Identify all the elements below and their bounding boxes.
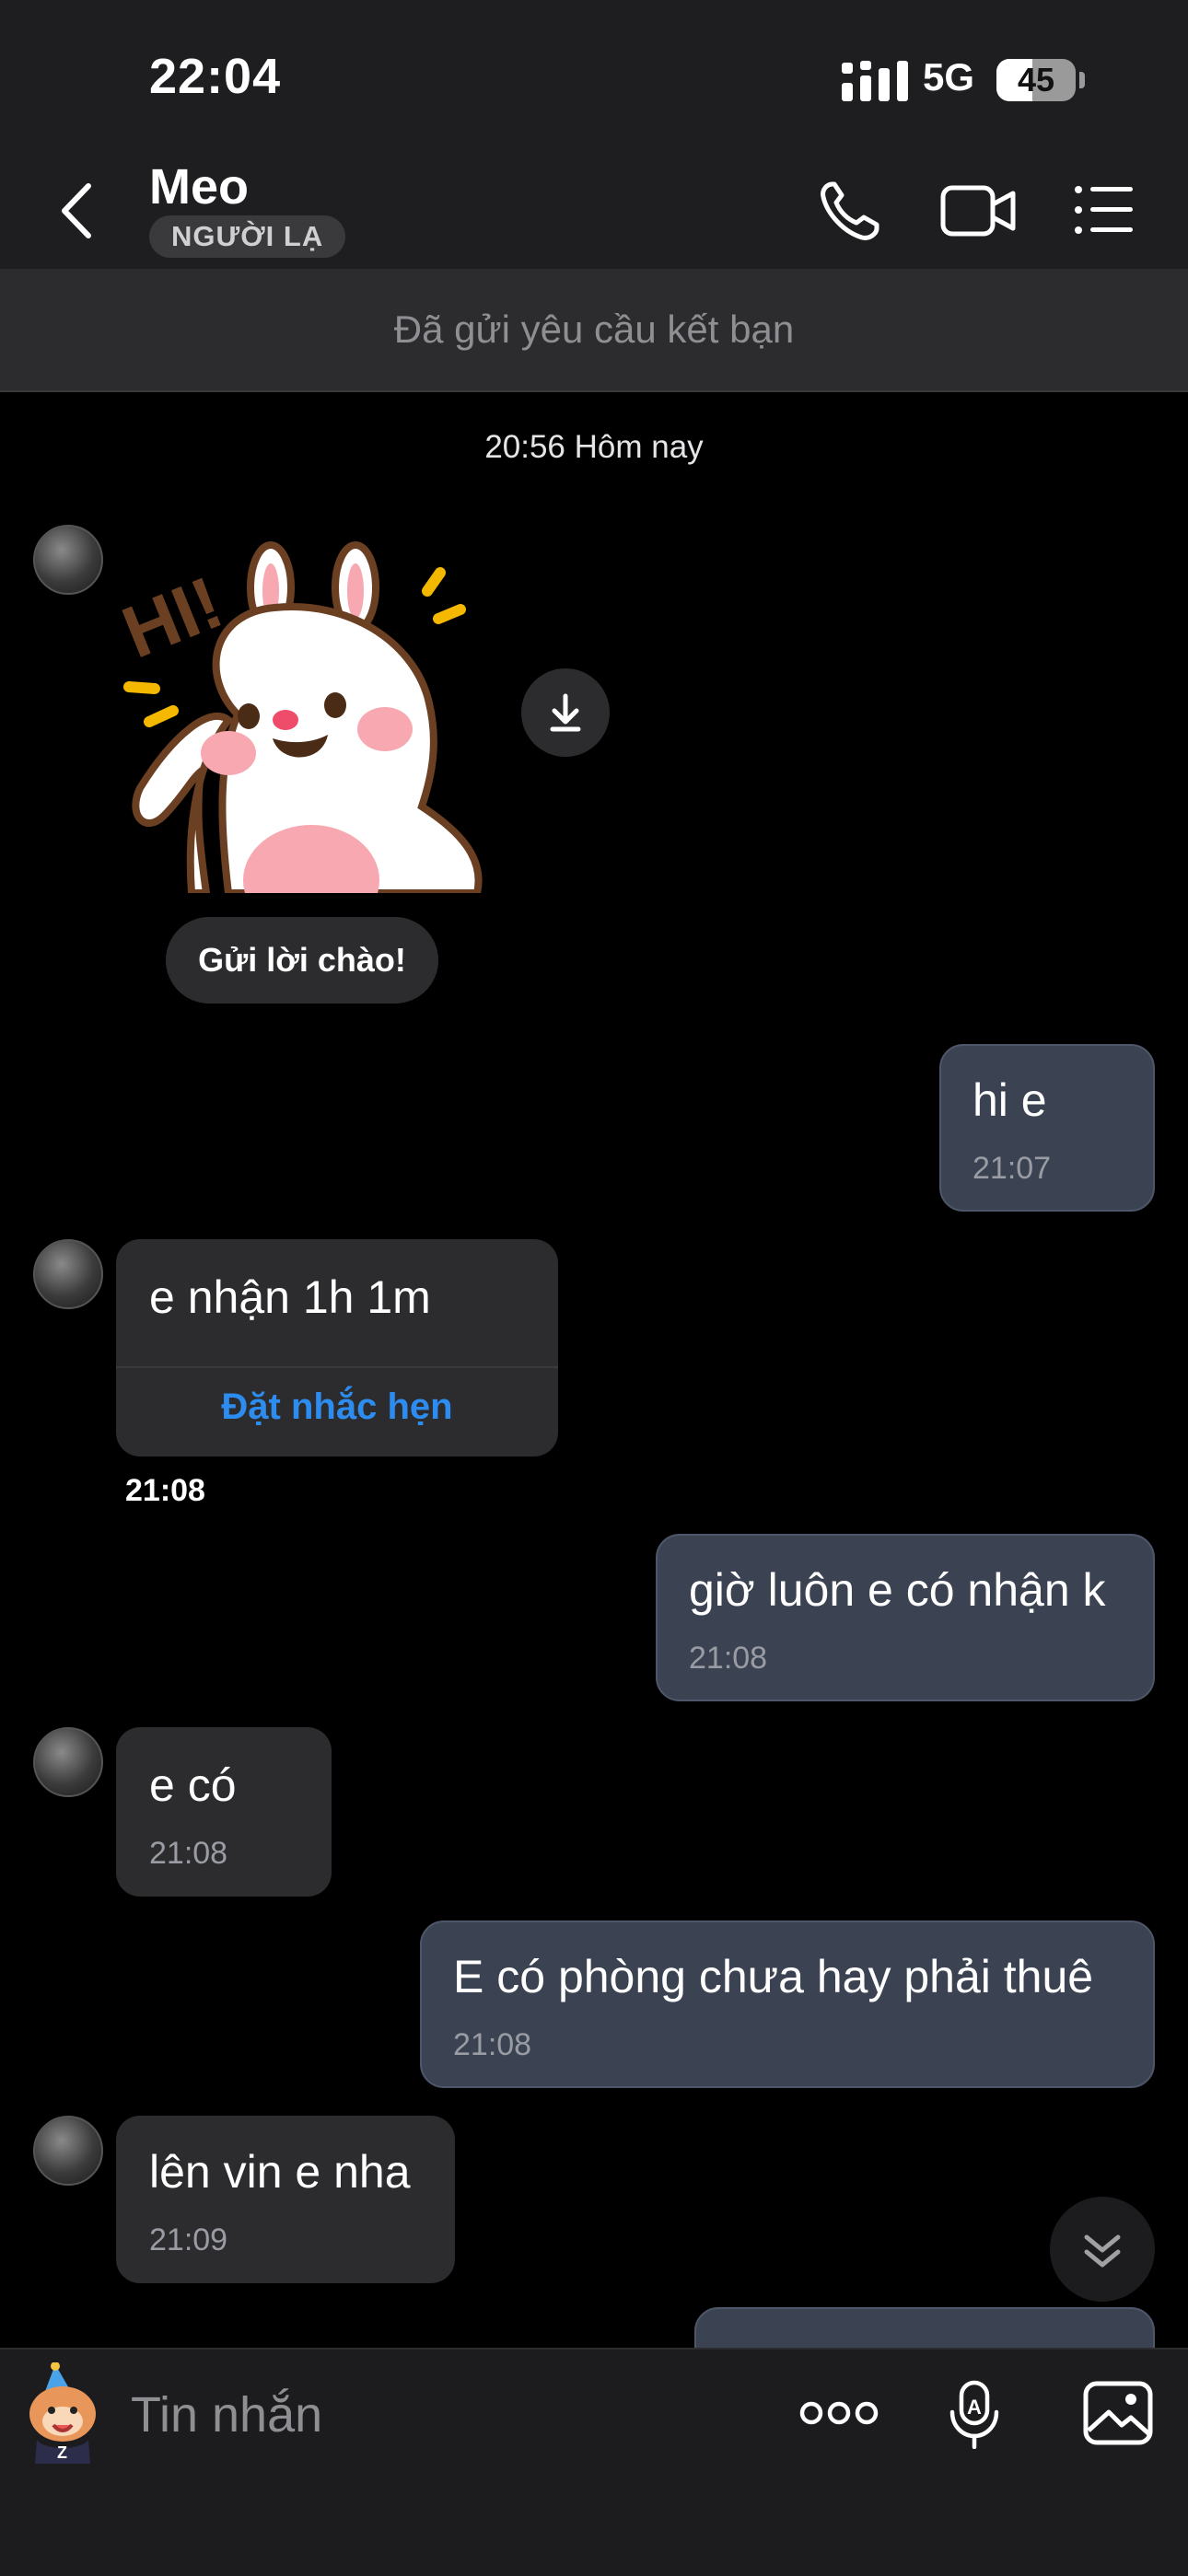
- friend-request-text: Đã gửi yêu cầu kết bạn: [393, 307, 795, 351]
- svg-text:A: A: [967, 2396, 982, 2419]
- avatar[interactable]: [33, 1239, 103, 1309]
- scroll-to-bottom-button[interactable]: [1050, 2197, 1155, 2302]
- battery-icon: 45: [996, 59, 1076, 101]
- composer-bar: [0, 2348, 1188, 2576]
- message-time: 21:08: [689, 1641, 768, 1676]
- signal-icon: [842, 59, 910, 106]
- network-type: 5G: [923, 55, 975, 99]
- bunny-hi-sticker[interactable]: HI!: [111, 540, 495, 935]
- voice-to-text-mic-icon[interactable]: A: [949, 2379, 1000, 2454]
- message-text: hi e: [973, 1074, 1047, 1126]
- phone-call-icon[interactable]: [818, 180, 882, 246]
- video-call-icon[interactable]: [939, 182, 1017, 244]
- message-time: 21:08: [453, 2027, 532, 2062]
- avatar[interactable]: [33, 1727, 103, 1797]
- message-text: lên vin e nha: [149, 2146, 411, 2198]
- battery-nub: [1079, 72, 1085, 88]
- download-sticker-button[interactable]: [521, 668, 610, 757]
- message-time: 21:09: [149, 2222, 228, 2257]
- menu-list-icon[interactable]: [1074, 184, 1135, 240]
- download-icon: [550, 693, 581, 732]
- battery-level: 45: [1017, 61, 1055, 99]
- svg-text:Z: Z: [57, 2443, 67, 2462]
- message-text: e nhận 1h 1m: [149, 1271, 431, 1323]
- message-time: 21:07: [973, 1151, 1052, 1186]
- gallery-image-icon[interactable]: [1083, 2381, 1153, 2450]
- message-text: E có phòng chưa hay phải thuê: [453, 1951, 1094, 2002]
- zalo-sticker-mascot-icon[interactable]: Z: [17, 2361, 109, 2468]
- friend-request-banner: Đã gửi yêu cầu kết bạn: [0, 269, 1188, 392]
- message-time: 21:08: [149, 1836, 228, 1871]
- message-input[interactable]: Tin nhắn: [131, 2386, 322, 2443]
- date-separator: 20:56 Hôm nay: [484, 429, 704, 465]
- message-time: 21:08: [125, 1473, 205, 1508]
- send-greeting-button[interactable]: Gửi lời chào!: [166, 917, 438, 1004]
- message-text: e có: [149, 1759, 237, 1811]
- contact-name[interactable]: Meo: [149, 158, 249, 215]
- more-options-icon[interactable]: [799, 2397, 879, 2433]
- avatar[interactable]: [33, 525, 103, 595]
- set-reminder-button[interactable]: Đặt nhắc hẹn: [116, 1387, 558, 1428]
- back-arrow-icon[interactable]: [55, 179, 99, 248]
- bubble-divider: [116, 1366, 558, 1368]
- message-text: giờ luôn e có nhận k: [689, 1564, 1106, 1616]
- stranger-badge: NGƯỜI LẠ: [149, 215, 346, 258]
- status-time: 22:04: [149, 49, 282, 104]
- double-chevron-down-icon: [1084, 2234, 1121, 2268]
- avatar[interactable]: [33, 2116, 103, 2186]
